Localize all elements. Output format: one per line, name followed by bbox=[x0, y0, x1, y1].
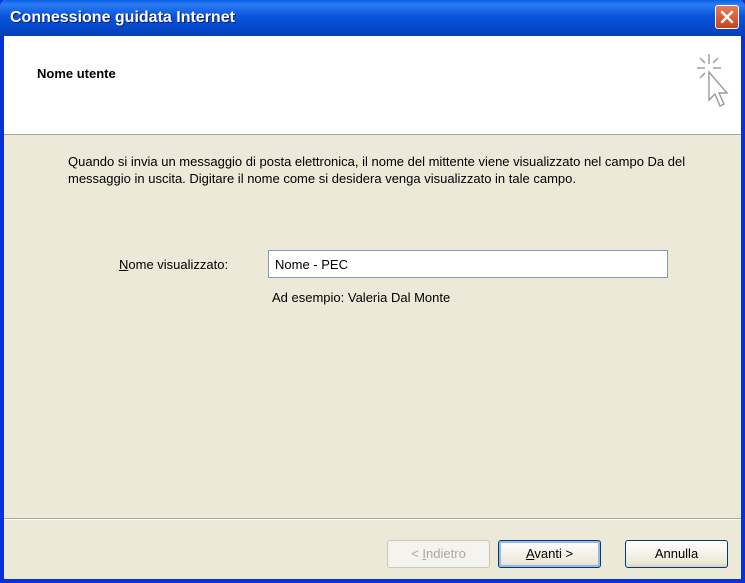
description-text: Quando si invia un messaggio di posta el… bbox=[68, 154, 686, 186]
wizard-window: Connessione guidata Internet Nome utente… bbox=[0, 0, 745, 583]
label-text: ome visualizzato: bbox=[128, 257, 229, 272]
cancel-button[interactable]: Annulla bbox=[625, 540, 728, 568]
back-button[interactable]: < Indietro bbox=[387, 540, 490, 568]
label-accelerator: N bbox=[119, 257, 129, 272]
close-icon bbox=[720, 10, 734, 24]
display-name-input[interactable] bbox=[268, 250, 668, 278]
next-label: vanti > bbox=[534, 546, 574, 561]
close-button[interactable] bbox=[715, 5, 739, 29]
title-bar[interactable]: Connessione guidata Internet bbox=[0, 0, 745, 36]
wizard-cursor-icon bbox=[697, 54, 729, 107]
page-title: Nome utente bbox=[37, 66, 116, 81]
display-name-label: Nome visualizzato: bbox=[119, 257, 228, 272]
example-hint: Ad esempio: Valeria Dal Monte bbox=[272, 290, 451, 305]
back-label: ndietro bbox=[426, 546, 466, 561]
window-title: Connessione guidata Internet bbox=[10, 9, 235, 26]
footer-divider bbox=[4, 518, 741, 520]
next-button[interactable]: Avanti > bbox=[498, 540, 601, 568]
back-prefix: < bbox=[411, 546, 423, 561]
wizard-header: Nome utente bbox=[4, 36, 741, 135]
